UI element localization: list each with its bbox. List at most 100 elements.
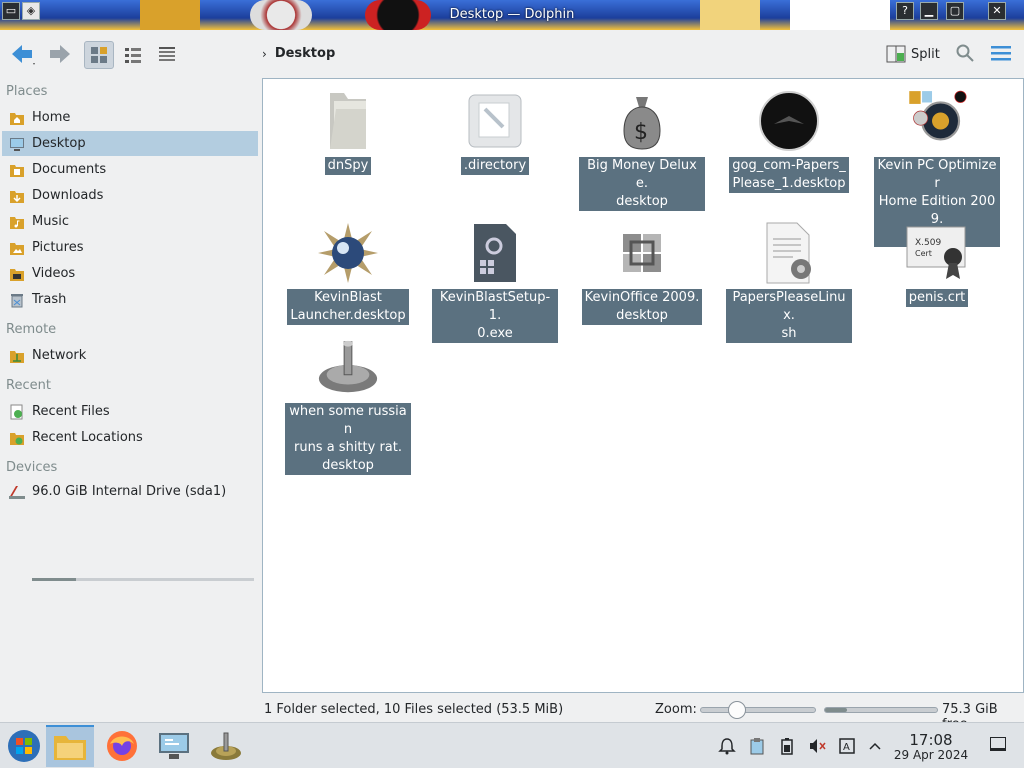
input-method-icon[interactable]: A bbox=[838, 737, 856, 755]
section-title-devices: Devices bbox=[6, 460, 58, 475]
file-item[interactable]: KevinBlastSetup-1. 0.exe bbox=[430, 221, 560, 343]
clipboard-icon[interactable] bbox=[748, 737, 766, 755]
search-button[interactable] bbox=[955, 43, 975, 67]
back-button[interactable] bbox=[8, 40, 38, 68]
sidebar-item-network[interactable]: Network bbox=[2, 343, 258, 368]
sidebar-item-label: Documents bbox=[32, 162, 107, 177]
executable-icon bbox=[463, 221, 527, 285]
zoom-label: Zoom: bbox=[655, 702, 697, 717]
music-folder-icon bbox=[8, 213, 26, 231]
sidebar-item-internal-drive[interactable]: 96.0 GiB Internal Drive (sda1) bbox=[2, 479, 258, 504]
file-item[interactable]: dnSpy bbox=[283, 89, 413, 175]
start-menu-button[interactable] bbox=[0, 725, 48, 767]
zoom-slider-handle[interactable] bbox=[727, 701, 746, 719]
show-desktop-button[interactable] bbox=[990, 737, 1006, 751]
file-view[interactable]: dnSpy .directory $ Big Money Deluxe. des… bbox=[262, 78, 1024, 693]
gear-joystick-icon bbox=[211, 732, 241, 760]
icons-view-button[interactable] bbox=[84, 41, 114, 69]
money-bag-icon: $ bbox=[610, 89, 674, 153]
sidebar-item-label: Recent Locations bbox=[32, 430, 143, 445]
file-item[interactable]: KevinOffice 2009. desktop bbox=[577, 221, 707, 325]
hamburger-menu-button[interactable] bbox=[990, 44, 1012, 66]
hamburger-menu-icon bbox=[991, 46, 1011, 61]
file-label: dnSpy bbox=[324, 157, 372, 175]
file-manager-icon bbox=[54, 736, 86, 760]
maximize-button[interactable]: ▢ bbox=[946, 2, 964, 20]
expand-tray-icon[interactable] bbox=[866, 737, 884, 755]
videos-folder-icon bbox=[8, 265, 26, 283]
taskbar-system-settings[interactable] bbox=[150, 725, 198, 767]
selection-status: 1 Folder selected, 10 Files selected (53… bbox=[264, 702, 564, 717]
window-titlebar[interactable]: ▭ ◈ Desktop — Dolphin ? ▁ ▢ ✕ bbox=[0, 0, 1024, 30]
details-view-button[interactable] bbox=[152, 41, 182, 69]
arrow-left-icon bbox=[12, 45, 35, 65]
pictures-folder-icon bbox=[8, 239, 26, 257]
file-label: .directory bbox=[460, 157, 530, 175]
sidebar-item-recent-locations[interactable]: Recent Locations bbox=[2, 425, 258, 450]
hard-drive-icon bbox=[8, 483, 26, 501]
starburst-orb-icon bbox=[316, 221, 380, 285]
file-label: PapersPleaseLinux. sh bbox=[726, 289, 852, 343]
speaker-muted-icon[interactable] bbox=[808, 737, 826, 755]
file-label: when some russian runs a shitty rat. des… bbox=[285, 403, 411, 475]
split-view-icon bbox=[886, 45, 906, 63]
recent-files-icon bbox=[8, 403, 26, 421]
home-folder-icon bbox=[8, 109, 26, 127]
sidebar-item-downloads[interactable]: Downloads bbox=[2, 183, 258, 208]
svg-text:X.509: X.509 bbox=[915, 238, 941, 248]
file-item[interactable]: X.509 Cert penis.crt bbox=[872, 221, 1002, 307]
sidebar-item-videos[interactable]: Videos bbox=[2, 261, 258, 286]
status-bar: 1 Folder selected, 10 Files selected (53… bbox=[0, 698, 1024, 732]
close-button[interactable]: ✕ bbox=[988, 2, 1006, 20]
file-label: penis.crt bbox=[905, 289, 969, 307]
recent-locations-icon bbox=[8, 429, 26, 447]
downloads-folder-icon bbox=[8, 187, 26, 205]
window-title: Desktop — Dolphin bbox=[449, 7, 575, 22]
sidebar-item-trash[interactable]: Trash bbox=[2, 287, 258, 312]
compact-view-icon bbox=[125, 48, 141, 63]
sidebar-item-recent-files[interactable]: Recent Files bbox=[2, 399, 258, 424]
file-item[interactable]: $ Big Money Deluxe. desktop bbox=[577, 89, 707, 211]
compact-view-button[interactable] bbox=[118, 41, 148, 69]
split-label: Split bbox=[911, 46, 940, 62]
drive-usage-bar bbox=[32, 578, 254, 581]
desktop-icon bbox=[8, 135, 26, 153]
minimize-button[interactable]: ▁ bbox=[920, 2, 938, 20]
script-file-icon bbox=[757, 221, 821, 285]
taskbar-file-manager[interactable] bbox=[46, 725, 94, 767]
sidebar-item-documents[interactable]: Documents bbox=[2, 157, 258, 182]
file-label: gog_com-Papers_ Please_1.desktop bbox=[729, 157, 849, 193]
text-file-icon bbox=[463, 89, 527, 153]
file-item[interactable]: gog_com-Papers_ Please_1.desktop bbox=[724, 89, 854, 193]
taskbar-firefox[interactable] bbox=[98, 725, 146, 767]
breadcrumb-current[interactable]: Desktop bbox=[275, 46, 335, 61]
sidebar-item-pictures[interactable]: Pictures bbox=[2, 235, 258, 260]
sidebar-item-music[interactable]: Music bbox=[2, 209, 258, 234]
file-item[interactable]: PapersPleaseLinux. sh bbox=[724, 221, 854, 343]
split-button[interactable]: Split bbox=[886, 42, 940, 66]
taskbar-gear-app[interactable] bbox=[202, 725, 250, 767]
battery-icon[interactable] bbox=[778, 737, 796, 755]
file-item[interactable]: when some russian runs a shitty rat. des… bbox=[283, 335, 413, 475]
clock-date[interactable]: 29 Apr 2024 bbox=[890, 748, 972, 762]
file-label: KevinBlast Launcher.desktop bbox=[287, 289, 409, 325]
chevron-right-icon[interactable]: › bbox=[262, 47, 267, 61]
notifications-icon[interactable] bbox=[718, 737, 736, 755]
sidebar-item-label: Home bbox=[32, 110, 71, 125]
svg-text:Cert: Cert bbox=[915, 249, 932, 258]
help-icon[interactable]: ? bbox=[896, 2, 914, 20]
office-icon bbox=[610, 221, 674, 285]
sidebar-item-label: 96.0 GiB Internal Drive (sda1) bbox=[32, 484, 227, 499]
trash-icon bbox=[8, 291, 26, 309]
file-item[interactable]: KevinBlast Launcher.desktop bbox=[283, 221, 413, 325]
toolbar: › Desktop Split bbox=[0, 30, 1024, 78]
file-item[interactable]: .directory bbox=[430, 89, 560, 175]
sidebar-item-desktop[interactable]: Desktop bbox=[2, 131, 258, 156]
forward-button[interactable] bbox=[44, 40, 74, 68]
details-view-icon bbox=[159, 47, 175, 61]
folder-icon bbox=[316, 89, 380, 153]
network-folder-icon bbox=[8, 347, 26, 365]
clock-time[interactable]: 17:08 bbox=[895, 731, 967, 749]
sidebar-item-home[interactable]: Home bbox=[2, 105, 258, 130]
zoom-slider[interactable] bbox=[700, 701, 816, 719]
